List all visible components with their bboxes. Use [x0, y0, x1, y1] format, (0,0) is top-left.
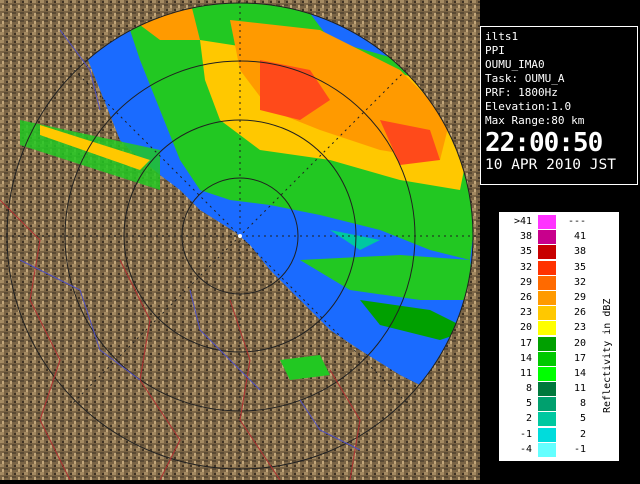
legend-high-value: 23 [573, 322, 586, 334]
legend-high-value: 35 [573, 261, 586, 273]
radar-map-canvas [0, 0, 480, 481]
legend-row: -1 2 [502, 427, 592, 443]
legend-low-value: 8 [525, 383, 532, 395]
legend-high-value: 8 [579, 398, 586, 410]
legend-low-value: 11 [519, 367, 532, 379]
legend-low-value: 17 [519, 337, 532, 349]
legend-low-value: >41 [513, 216, 532, 227]
legend-low-value: 20 [519, 322, 532, 334]
reflectivity-legend: >41 --- 38 41 35 38 32 35 29 32 26 29 23 26 20 23 17 20 14… [499, 212, 619, 461]
legend-low-value: 23 [519, 307, 532, 319]
legend-row: 35 38 [502, 245, 592, 260]
legend-high-value: 14 [573, 367, 586, 379]
legend-color-swatch [538, 442, 556, 457]
legend-color-swatch [538, 427, 556, 442]
legend-high-value: 26 [573, 307, 586, 319]
legend-low-value: 26 [519, 291, 532, 303]
legend-color-swatch [538, 306, 556, 321]
scan-mode: PPI [485, 44, 505, 57]
legend-low-value: 38 [519, 231, 532, 243]
legend-color-swatch [538, 336, 556, 351]
legend-color-swatch [538, 260, 556, 275]
legend-color-swatch [538, 230, 556, 245]
legend-high-value: -1 [573, 443, 586, 455]
legend-row: >41 --- [502, 215, 592, 230]
legend-row: 17 20 [502, 336, 592, 352]
legend-low-value: 35 [519, 246, 532, 258]
station-id: ilts1 [485, 30, 519, 43]
legend-row: 8 11 [502, 382, 592, 397]
legend-row: 58 [502, 397, 592, 412]
max-range-value: Max Range:80 km [485, 114, 585, 127]
legend-low-value: 32 [519, 261, 532, 273]
legend-row: 11 14 [502, 366, 592, 382]
legend-color-swatch [538, 397, 556, 412]
radar-ppi-display[interactable] [0, 0, 480, 481]
prf-value: PRF: 1800Hz [485, 86, 558, 99]
legend-color-swatch [538, 215, 556, 229]
legend-low-value: 5 [525, 398, 532, 410]
legend-high-value: 32 [573, 276, 586, 288]
legend-low-value: -4 [519, 443, 532, 455]
legend-high-value: 2 [579, 428, 586, 440]
legend-color-swatch [538, 351, 556, 366]
legend-row: 29 32 [502, 275, 592, 291]
legend-high-value: 5 [579, 413, 586, 425]
legend-high-value: 17 [573, 352, 586, 364]
scan-date: 10 APR 2010 JST [485, 157, 616, 173]
legend-high-value: 41 [573, 231, 586, 243]
legend-color-swatch [538, 275, 556, 290]
legend-low-value: 29 [519, 276, 532, 288]
legend-low-value: -1 [519, 428, 532, 440]
legend-unit-label: Reflectivity in dBZ [596, 223, 616, 453]
legend-row: 14 17 [502, 351, 592, 367]
legend-color-swatch [538, 245, 556, 260]
legend-row: 20 23 [502, 321, 592, 336]
legend-unit-text: Reflectivity in dBZ [602, 299, 613, 413]
legend-color-swatch [538, 321, 556, 336]
legend-row: 23 26 [502, 306, 592, 321]
legend-color-swatch [538, 366, 556, 381]
legend-row: 25 [502, 412, 592, 427]
legend-row: -4 -1 [502, 442, 592, 458]
elevation-value: Elevation:1.0 [485, 100, 572, 113]
scan-time: 22:00:50 [485, 128, 603, 158]
legend-high-value: --- [567, 216, 586, 227]
legend-row: 32 35 [502, 260, 592, 276]
radar-site-marker [238, 234, 242, 238]
legend-low-value: 2 [525, 413, 532, 425]
legend-low-value: 14 [519, 352, 532, 364]
legend-high-value: 20 [573, 337, 586, 349]
task-name: Task: OUMU_A [485, 72, 565, 85]
legend-high-value: 29 [573, 291, 586, 303]
product-name: OUMU_IMA0 [485, 58, 545, 71]
legend-color-swatch [538, 382, 556, 397]
legend-rows: >41 --- 38 41 35 38 32 35 29 32 26 29 23 26 20 23 17 20 14… [502, 215, 592, 458]
legend-high-value: 38 [573, 246, 586, 258]
legend-color-swatch [538, 412, 556, 427]
legend-row: 38 41 [502, 230, 592, 245]
radar-info-panel: ilts1 PPI OUMU_IMA0 Task: OUMU_A PRF: 18… [480, 26, 638, 185]
legend-high-value: 11 [573, 383, 586, 395]
legend-color-swatch [538, 290, 556, 305]
legend-row: 26 29 [502, 290, 592, 306]
